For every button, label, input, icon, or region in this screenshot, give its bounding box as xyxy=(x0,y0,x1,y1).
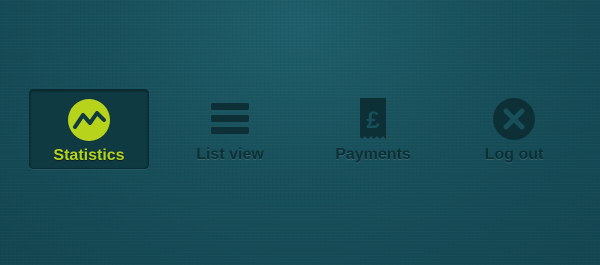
main-navigation: Statistics List view £ Payments Log out xyxy=(0,0,600,265)
svg-text:£: £ xyxy=(366,107,380,134)
list-lines-icon xyxy=(208,97,252,141)
nav-item-list-view[interactable]: List view xyxy=(170,89,290,169)
app-screen: Statistics List view £ Payments Log out xyxy=(0,0,600,265)
nav-item-payments[interactable]: £ Payments xyxy=(313,89,433,169)
nav-item-statistics[interactable]: Statistics xyxy=(29,89,149,169)
nav-item-log-out[interactable]: Log out xyxy=(454,89,574,169)
nav-item-label: List view xyxy=(196,146,264,163)
nav-item-label: Statistics xyxy=(53,147,125,164)
nav-item-label: Payments xyxy=(335,146,411,163)
statistics-chart-icon xyxy=(67,98,111,142)
pound-receipt-icon: £ xyxy=(351,97,395,141)
close-circle-icon xyxy=(492,97,536,141)
nav-item-label: Log out xyxy=(484,146,544,163)
